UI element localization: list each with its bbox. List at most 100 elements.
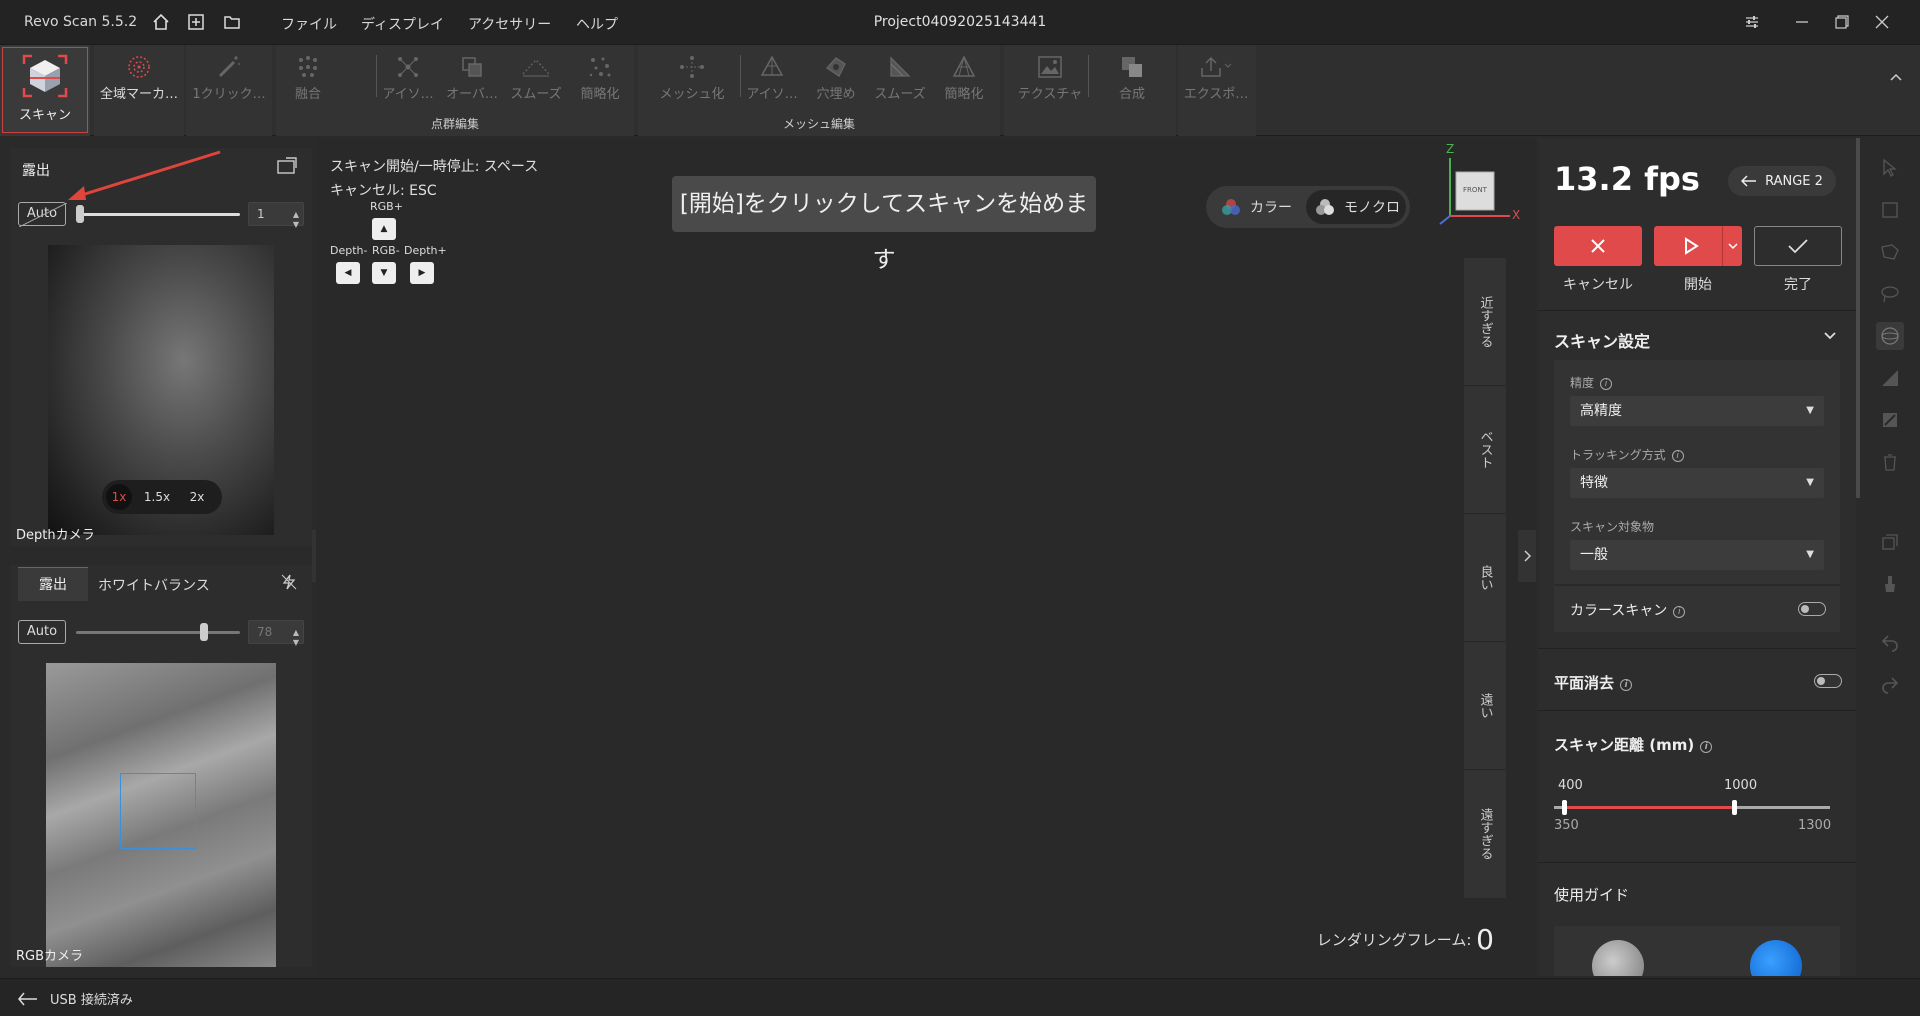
render-frame-counter: レンダリングフレーム: 0: [1317, 923, 1494, 956]
distance-low-value: 400: [1558, 778, 1583, 793]
restore-icon[interactable]: [1828, 10, 1856, 34]
key-down-icon[interactable]: ▼: [372, 262, 396, 284]
info-icon[interactable]: i: [1600, 378, 1613, 390]
scan-tool-label: スキャン: [18, 108, 71, 123]
plane-cut-icon[interactable]: [1876, 364, 1904, 392]
mesh-smooth-tool[interactable]: スムーズ: [868, 51, 932, 109]
collapse-toolbar-icon[interactable]: [1888, 69, 1908, 89]
3d-viewport[interactable]: スキャン開始/一時停止: スペース キャンセル: ESC RGB+ ▲ Dept…: [316, 138, 1536, 976]
pc-isolate-tool[interactable]: アイソ…: [376, 51, 440, 109]
guide-object-thumbnail[interactable]: [1592, 940, 1644, 976]
mesh-simplify-tool[interactable]: 簡略化: [932, 51, 996, 109]
one-click-tool[interactable]: 1クリック…: [188, 51, 270, 109]
home-icon[interactable]: [151, 12, 171, 32]
fill-holes-tool[interactable]: 穴埋め: [804, 51, 868, 109]
meshing-tool[interactable]: メッシュ化: [652, 51, 732, 109]
rect-select-icon[interactable]: [1876, 196, 1904, 224]
range-switch-button[interactable]: RANGE 2: [1728, 166, 1836, 196]
menu-display[interactable]: ディスプレイ: [361, 14, 444, 34]
mode-mono-option[interactable]: モノクロ: [1306, 190, 1406, 224]
zoom-1x-button[interactable]: 1x: [106, 484, 132, 510]
depth-exposure-spinbox[interactable]: 1 ▲ ▼: [248, 202, 304, 229]
merge-tool[interactable]: 合成: [1100, 51, 1164, 109]
cancel-scan-button[interactable]: [1554, 226, 1642, 266]
info-icon[interactable]: i: [1620, 679, 1633, 691]
export-tool[interactable]: エクスポ…: [1180, 51, 1252, 109]
open-folder-icon[interactable]: [222, 12, 242, 32]
sphere-select-icon[interactable]: [1876, 322, 1904, 350]
distance-low-handle[interactable]: [1562, 800, 1567, 815]
tab-exposure[interactable]: 露出: [18, 567, 88, 601]
key-label-depth-plus: Depth+: [404, 244, 447, 257]
info-icon[interactable]: i: [1700, 741, 1713, 753]
distance-good-label: 良い: [1477, 564, 1493, 591]
range-label: RANGE 2: [1765, 173, 1823, 189]
spin-down-icon[interactable]: ▼: [293, 214, 299, 236]
key-up-icon[interactable]: ▲: [372, 218, 396, 240]
flash-off-icon[interactable]: [280, 573, 300, 593]
global-marker-tool[interactable]: 全域マーカ…: [96, 51, 182, 109]
rgb-auto-button[interactable]: Auto: [18, 620, 66, 644]
fuse-tool[interactable]: 融合: [276, 51, 340, 109]
start-options-dropdown[interactable]: [1722, 226, 1742, 266]
spin-down-icon[interactable]: ▼: [293, 632, 299, 654]
popout-window-icon[interactable]: [276, 154, 300, 178]
depth-exposure-title: 露出: [22, 163, 50, 179]
menu-help[interactable]: ヘルプ: [576, 14, 618, 34]
rgb-exposure-slider[interactable]: [76, 631, 240, 634]
color-scan-toggle[interactable]: [1798, 602, 1826, 616]
orientation-gizmo[interactable]: Z X FRONT: [1436, 142, 1520, 226]
mesh-isolate-tool[interactable]: アイソ…: [740, 51, 804, 109]
depth-exposure-slider[interactable]: [78, 213, 240, 216]
scan-settings-box: 精度 i 高精度 ▼ トラッキング方式 i 特徴 ▼ スキャン対象物 一般 ▼ カラースキ…: [1554, 360, 1840, 632]
mode-color-option[interactable]: カラー: [1210, 190, 1306, 224]
zoom-2x-button[interactable]: 2x: [184, 484, 210, 510]
key-label-rgb-minus: RGB-: [372, 244, 400, 257]
minimize-icon[interactable]: [1788, 10, 1816, 34]
menu-file[interactable]: ファイル: [281, 14, 337, 34]
texture-tool[interactable]: テクスチャ: [1012, 51, 1088, 109]
shortcut-hint-start: スキャン開始/一時停止: スペース: [330, 159, 539, 175]
polygon-select-icon[interactable]: [1876, 238, 1904, 266]
depth-auto-button[interactable]: Auto: [18, 202, 67, 227]
close-window-icon[interactable]: [1868, 10, 1896, 34]
tracking-label: トラッキング方式: [1570, 448, 1666, 462]
delete-trash-icon[interactable]: [1876, 448, 1904, 476]
info-icon[interactable]: i: [1673, 606, 1686, 618]
redo-icon[interactable]: [1876, 670, 1904, 698]
info-icon[interactable]: i: [1671, 450, 1684, 462]
start-scan-button[interactable]: [1654, 226, 1742, 266]
toolbar-separator: [1088, 55, 1089, 97]
plane-removal-toggle[interactable]: [1814, 674, 1842, 688]
fill-holes-label: 穴埋め: [816, 87, 856, 102]
copy-icon[interactable]: [1876, 528, 1904, 556]
object-select[interactable]: 一般 ▼: [1570, 540, 1824, 570]
overlap-tool[interactable]: オーバ…: [440, 51, 504, 109]
global-marker-label: 全域マーカ…: [99, 87, 178, 102]
rgb-slider-handle[interactable]: [199, 623, 208, 641]
collapse-right-panel-button[interactable]: [1518, 530, 1536, 582]
precision-select[interactable]: 高精度 ▼: [1570, 396, 1824, 426]
tab-white-balance[interactable]: ホワイトバランス: [98, 575, 210, 595]
zoom-1-5x-button[interactable]: 1.5x: [142, 484, 172, 510]
pc-smooth-tool[interactable]: スムーズ: [504, 51, 568, 109]
brush-icon[interactable]: [1876, 570, 1904, 598]
rgb-exposure-spinbox[interactable]: 78 ▲ ▼: [248, 620, 304, 647]
settings-sliders-icon[interactable]: [1738, 10, 1766, 34]
lasso-select-icon[interactable]: [1876, 280, 1904, 308]
scan-tool[interactable]: スキャン: [2, 47, 88, 133]
new-project-icon[interactable]: [186, 12, 206, 32]
finish-scan-button[interactable]: [1754, 226, 1842, 266]
select-cursor-icon[interactable]: [1876, 154, 1904, 182]
pc-simplify-tool[interactable]: 簡略化: [568, 51, 632, 109]
key-right-icon[interactable]: ▶: [410, 262, 434, 284]
scan-settings-collapse-icon[interactable]: [1822, 328, 1842, 348]
checkmark-icon: [1788, 239, 1808, 254]
invert-select-icon[interactable]: [1876, 406, 1904, 434]
guide-color-thumbnail[interactable]: [1750, 940, 1802, 976]
undo-icon[interactable]: [1876, 628, 1904, 656]
menu-accessory[interactable]: アクセサリー: [468, 14, 551, 34]
tracking-select[interactable]: 特徴 ▼: [1570, 468, 1824, 498]
distance-high-handle[interactable]: [1732, 800, 1737, 815]
key-left-icon[interactable]: ◀: [336, 262, 360, 284]
